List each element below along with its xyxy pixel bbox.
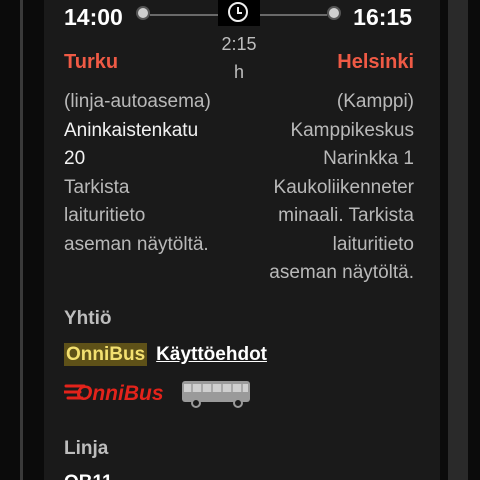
duration-badge [218, 0, 260, 26]
onnibus-logo: OnniBus [64, 382, 164, 405]
line-number: OB11 [64, 472, 113, 480]
clock-icon [228, 2, 248, 22]
destination-details: (Kamppi) Kamppikeskus Narinkka 1 Kaukoli… [244, 88, 414, 288]
origin-details: (linja-autoasema) Aninkaistenkatu 20 Tar… [64, 88, 234, 259]
right-gutter [448, 0, 480, 480]
origin-note-line: aseman näytöltä. [64, 233, 209, 255]
company-name-chip[interactable]: OnniBus [64, 343, 148, 366]
destination-note-line: Kaukoliikenneter [273, 176, 414, 198]
destination-address-line: Kamppikeskus [290, 119, 414, 141]
timeline-segment [260, 14, 327, 16]
departure-dot-icon [136, 6, 150, 20]
arrival-time: 16:15 [353, 4, 412, 30]
origin-address-line: Aninkaistenkatu [64, 119, 199, 141]
trip-duration: 2:15 h [208, 30, 270, 86]
trip-details-card: 14:00 16:15 2:15 h Turku Helsinki (linja… [44, 0, 440, 480]
bus-icon [182, 381, 250, 408]
line-heading: Linja [64, 438, 109, 459]
departure-time: 14:00 [64, 4, 123, 30]
origin-note-line: Tarkista [64, 176, 130, 198]
left-rail [20, 0, 23, 480]
timeline-segment [150, 14, 218, 16]
company-row: OnniBus Käyttöehdot [64, 341, 267, 369]
company-heading: Yhtiö [64, 308, 112, 329]
origin-note-line: laituritieto [64, 205, 146, 226]
scrollbar[interactable] [448, 0, 468, 480]
destination-city: Helsinki [337, 51, 414, 73]
destination-address-line: Narinkka 1 [323, 148, 414, 169]
destination-note-line: minaali. Tarkista [278, 205, 414, 226]
origin-city: Turku [64, 51, 119, 73]
left-gutter [0, 0, 32, 480]
onnibus-logo-text: OnniBus [76, 382, 164, 405]
destination-station: (Kamppi) [336, 91, 414, 112]
company-logos: OnniBus [64, 381, 250, 408]
origin-address-line: 20 [64, 148, 86, 169]
destination-note-line: aseman näytöltä. [269, 262, 414, 283]
arrival-dot-icon [327, 6, 341, 20]
duration-value: 2:15 [221, 34, 257, 54]
duration-unit: h [233, 62, 244, 82]
terms-link[interactable]: Käyttöehdot [156, 344, 267, 365]
destination-note-line: laituritieto [332, 233, 414, 255]
origin-station: (linja-autoasema) [64, 91, 211, 112]
